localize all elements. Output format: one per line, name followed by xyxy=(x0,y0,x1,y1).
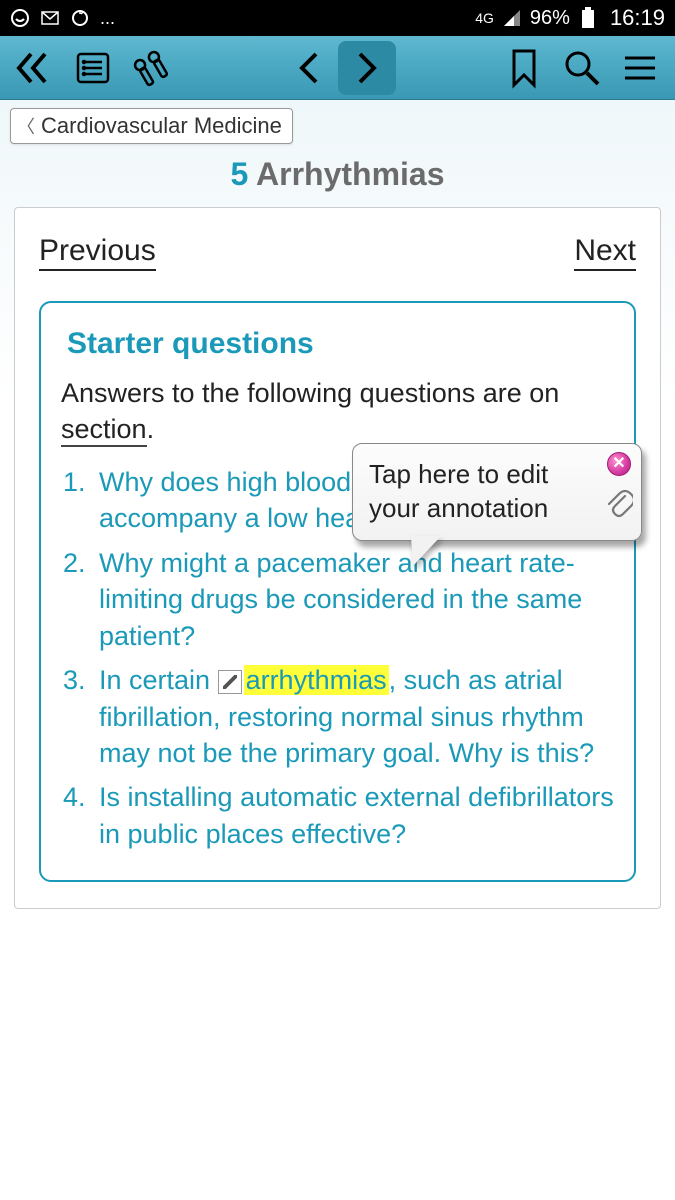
menu-button[interactable] xyxy=(611,41,669,95)
question-item[interactable]: Is installing automatic external defibri… xyxy=(99,779,614,852)
contents-button[interactable] xyxy=(64,41,122,95)
prev-page-button[interactable] xyxy=(280,41,338,95)
previous-link[interactable]: Previous xyxy=(39,234,156,271)
content-card: Previous Next Starter questions Answers … xyxy=(14,207,661,909)
signal-icon xyxy=(502,8,522,28)
search-button[interactable] xyxy=(553,41,611,95)
highlighted-text[interactable]: arrhythmias xyxy=(244,665,389,695)
popup-close-button[interactable]: ✕ xyxy=(607,452,631,476)
breadcrumb[interactable]: 〈 Cardiovascular Medicine xyxy=(10,108,293,144)
content-box: Starter questions Answers to the followi… xyxy=(39,301,636,882)
battery-icon xyxy=(578,8,598,28)
question-item[interactable]: Why might a pacemaker and heart rate-lim… xyxy=(99,545,614,654)
annotation-popup[interactable]: Tap here to edit your annotation ✕ xyxy=(352,443,642,541)
chapter-title: Arrhythmias xyxy=(256,156,445,192)
bookmark-button[interactable] xyxy=(495,41,553,95)
popup-text: Tap here to edit your annotation xyxy=(369,459,548,523)
chapter-number: 5 xyxy=(231,156,249,192)
next-link[interactable]: Next xyxy=(574,234,636,271)
battery-percent-label: 96% xyxy=(530,7,570,30)
question-item[interactable]: In certain arrhythmias, such as atrial f… xyxy=(99,662,614,771)
network-type-label: 4G xyxy=(475,10,494,26)
settings-button[interactable] xyxy=(122,41,180,95)
breadcrumb-label: Cardiovascular Medicine xyxy=(41,113,282,139)
status-icon-app1 xyxy=(10,8,30,28)
next-page-button[interactable] xyxy=(338,41,396,95)
status-icon-sync xyxy=(70,8,90,28)
status-icon-mail xyxy=(40,8,60,28)
app-toolbar xyxy=(0,36,675,100)
clock-label: 16:19 xyxy=(610,5,665,31)
status-more: ... xyxy=(100,8,115,29)
annotation-edit-icon[interactable] xyxy=(218,670,242,694)
attachment-icon[interactable] xyxy=(605,488,633,518)
intro-text: Answers to the following questions are o… xyxy=(61,375,614,448)
status-bar: ... 4G 96% 16:19 xyxy=(0,0,675,36)
section-heading: Starter questions xyxy=(61,327,614,361)
chevron-left-icon: 〈 xyxy=(17,113,35,139)
back-all-button[interactable] xyxy=(6,41,64,95)
section-link[interactable]: section xyxy=(61,414,147,447)
page-title: 5 Arrhythmias xyxy=(0,148,675,207)
